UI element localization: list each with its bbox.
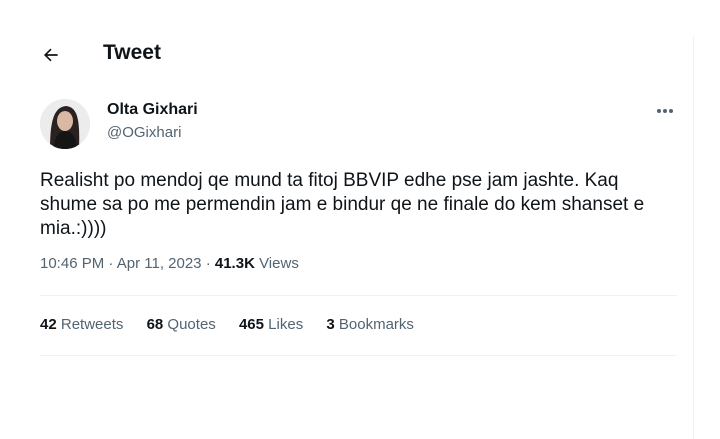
bookmarks-count: 3 xyxy=(326,316,335,333)
tweet-meta: 10:46 PM · Apr 11, 2023 · 41.3K Views xyxy=(40,255,299,272)
more-button[interactable] xyxy=(650,99,680,123)
column-border xyxy=(693,36,694,439)
quotes-count: 68 xyxy=(146,316,164,333)
tweet-date[interactable]: Apr 11, 2023 xyxy=(117,255,202,272)
more-dot xyxy=(669,109,674,113)
display-name[interactable]: Olta Gixhari xyxy=(107,101,198,119)
page-header: Tweet xyxy=(0,30,693,78)
avatar-image xyxy=(40,99,90,149)
bookmarks-stat[interactable]: 3 Bookmarks xyxy=(326,316,414,333)
views-count: 41.3K xyxy=(214,255,255,272)
meta-separator: · xyxy=(108,255,114,272)
tweet-text: Realisht po mendoj qe mund ta fitoj BBVI… xyxy=(40,170,645,239)
avatar[interactable] xyxy=(40,99,90,149)
meta-separator: · xyxy=(205,255,211,272)
quotes-label: Quotes xyxy=(167,316,216,333)
user-handle[interactable]: @OGixhari xyxy=(107,124,181,141)
likes-label: Likes xyxy=(268,316,304,333)
retweets-count: 42 xyxy=(40,316,57,333)
bookmarks-label: Bookmarks xyxy=(338,316,414,333)
arrow-left-icon xyxy=(43,48,58,62)
likes-stat[interactable]: 465 Likes xyxy=(239,316,303,333)
more-horizontal-icon xyxy=(656,109,661,113)
likes-count: 465 xyxy=(238,316,264,333)
divider xyxy=(40,355,677,356)
tweet-time[interactable]: 10:46 PM xyxy=(40,255,104,272)
retweets-label: Retweets xyxy=(60,316,124,333)
back-button[interactable] xyxy=(34,38,68,72)
retweets-stat[interactable]: 42 Retweets xyxy=(40,316,123,333)
more-dot xyxy=(663,109,667,113)
page-title: Tweet xyxy=(103,41,161,64)
quotes-stat[interactable]: 68 Quotes xyxy=(147,316,216,333)
divider xyxy=(40,295,677,296)
views-label: Views xyxy=(259,255,299,272)
tweet-stats: 42 Retweets 68 Quotes 465 Likes 3 Bookma… xyxy=(40,316,433,333)
